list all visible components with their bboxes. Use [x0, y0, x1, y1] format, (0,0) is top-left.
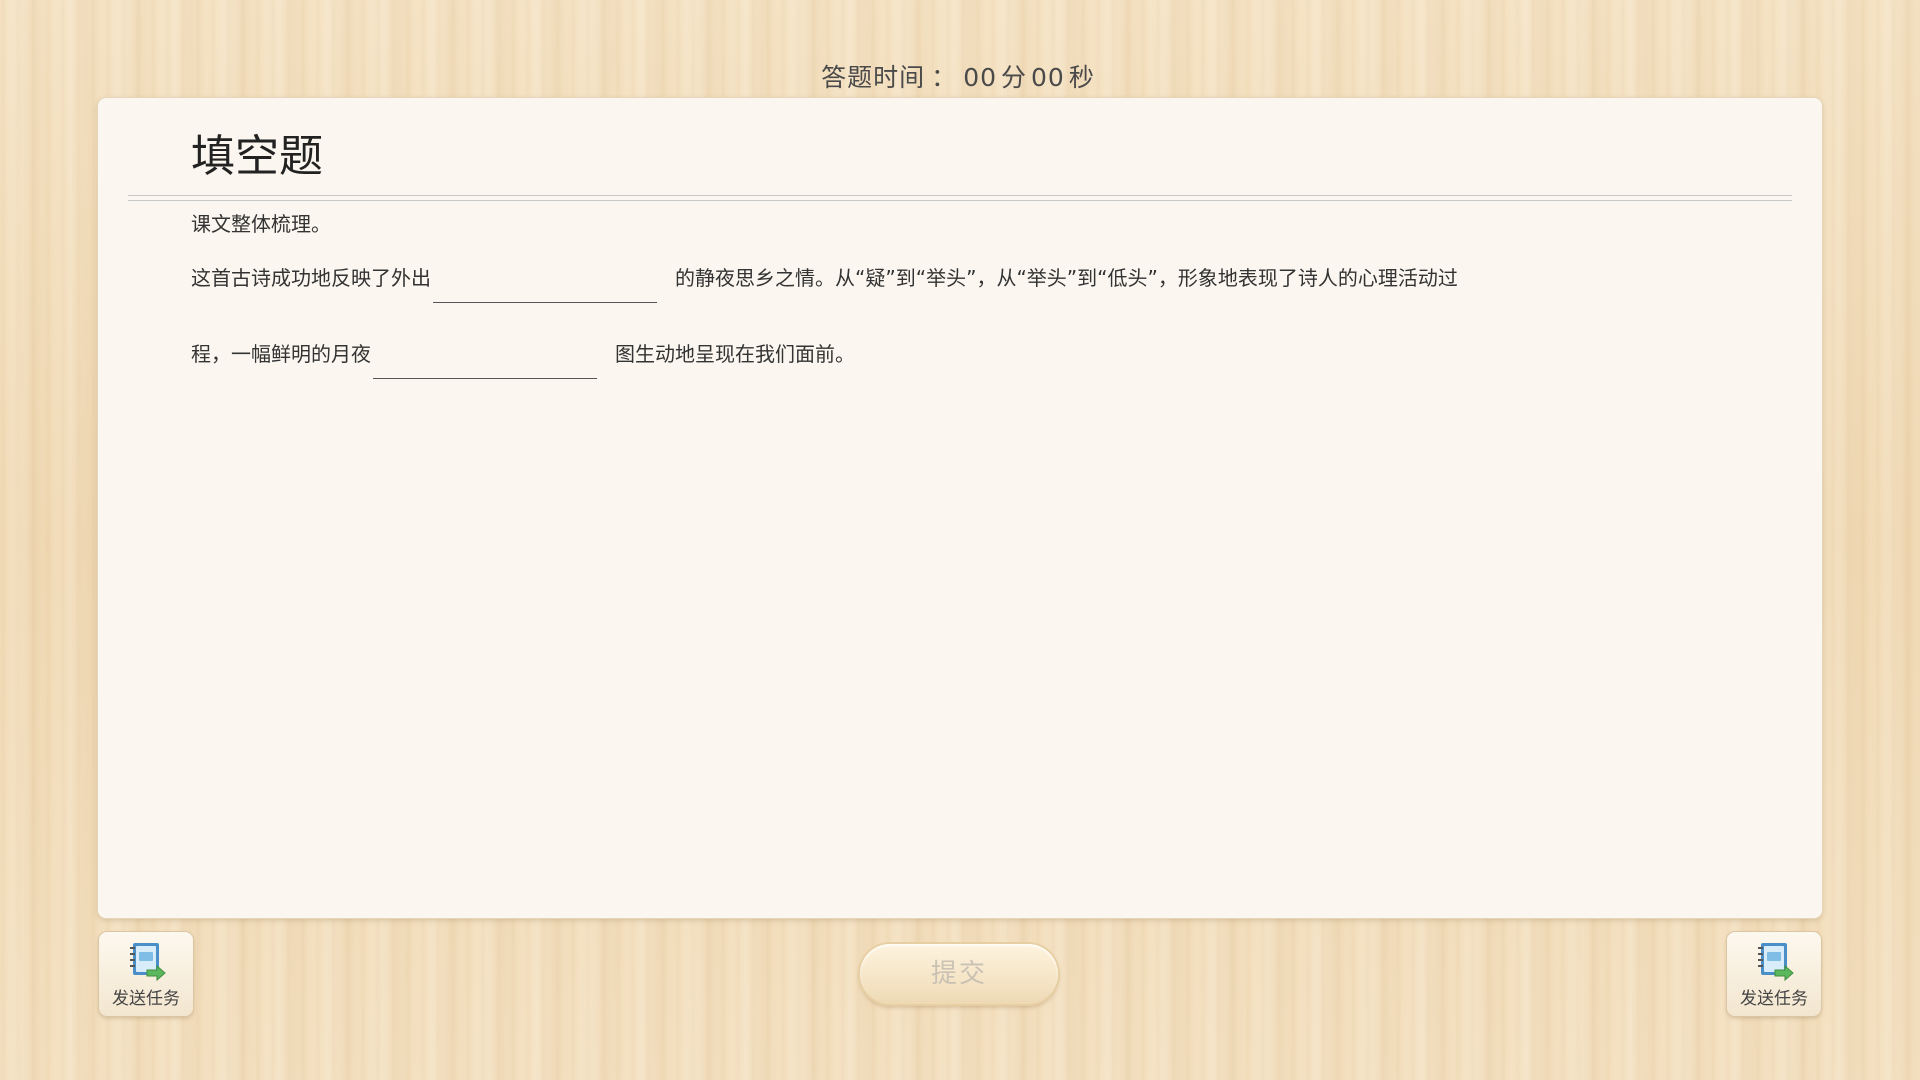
notebook-send-icon [1758, 943, 1794, 982]
fill-blank-2[interactable] [373, 346, 597, 379]
send-task-label-left: 发送任务 [112, 989, 180, 1009]
line2-text-after: 图生动地呈现在我们面前。 [615, 342, 855, 366]
question-section: 课文整体梳理。 [191, 212, 331, 236]
line1-text-after: 的静夜思乡之情。从“疑”到“举头”，从“举头”到“低头”，形象地表现了诗人的心理… [675, 266, 1458, 290]
question-type-title: 填空题 [191, 131, 323, 182]
timer-minutes: 00 [963, 63, 997, 92]
answer-timer: 答题时间： 00 分 00 秒 [0, 58, 1920, 94]
submit-button[interactable]: 提交 [860, 944, 1058, 1004]
fill-blank-1[interactable] [433, 270, 657, 303]
question-line-2: 程，一幅鲜明的月夜 图生动地呈现在我们面前。 [191, 338, 855, 379]
timer-seconds-unit: 秒 [1068, 63, 1095, 92]
line2-text-before: 程，一幅鲜明的月夜 [191, 342, 371, 366]
title-divider [128, 195, 1792, 201]
send-task-button-left[interactable]: 发送任务 [99, 932, 193, 1016]
timer-minutes-unit: 分 [1001, 63, 1028, 92]
send-task-label-right: 发送任务 [1740, 989, 1808, 1009]
question-line-1: 这首古诗成功地反映了外出 的静夜思乡之情。从“疑”到“举头”，从“举头”到“低头”… [191, 262, 1458, 303]
timer-separator: ： [931, 63, 958, 92]
timer-seconds: 00 [1031, 63, 1065, 92]
send-task-button-right[interactable]: 发送任务 [1727, 932, 1821, 1016]
timer-label: 答题时间 [821, 63, 926, 92]
notebook-send-icon [130, 943, 166, 982]
line1-text-before: 这首古诗成功地反映了外出 [191, 266, 431, 290]
question-card: 填空题 课文整体梳理。 这首古诗成功地反映了外出 的静夜思乡之情。从“疑”到“举头… [98, 98, 1822, 918]
